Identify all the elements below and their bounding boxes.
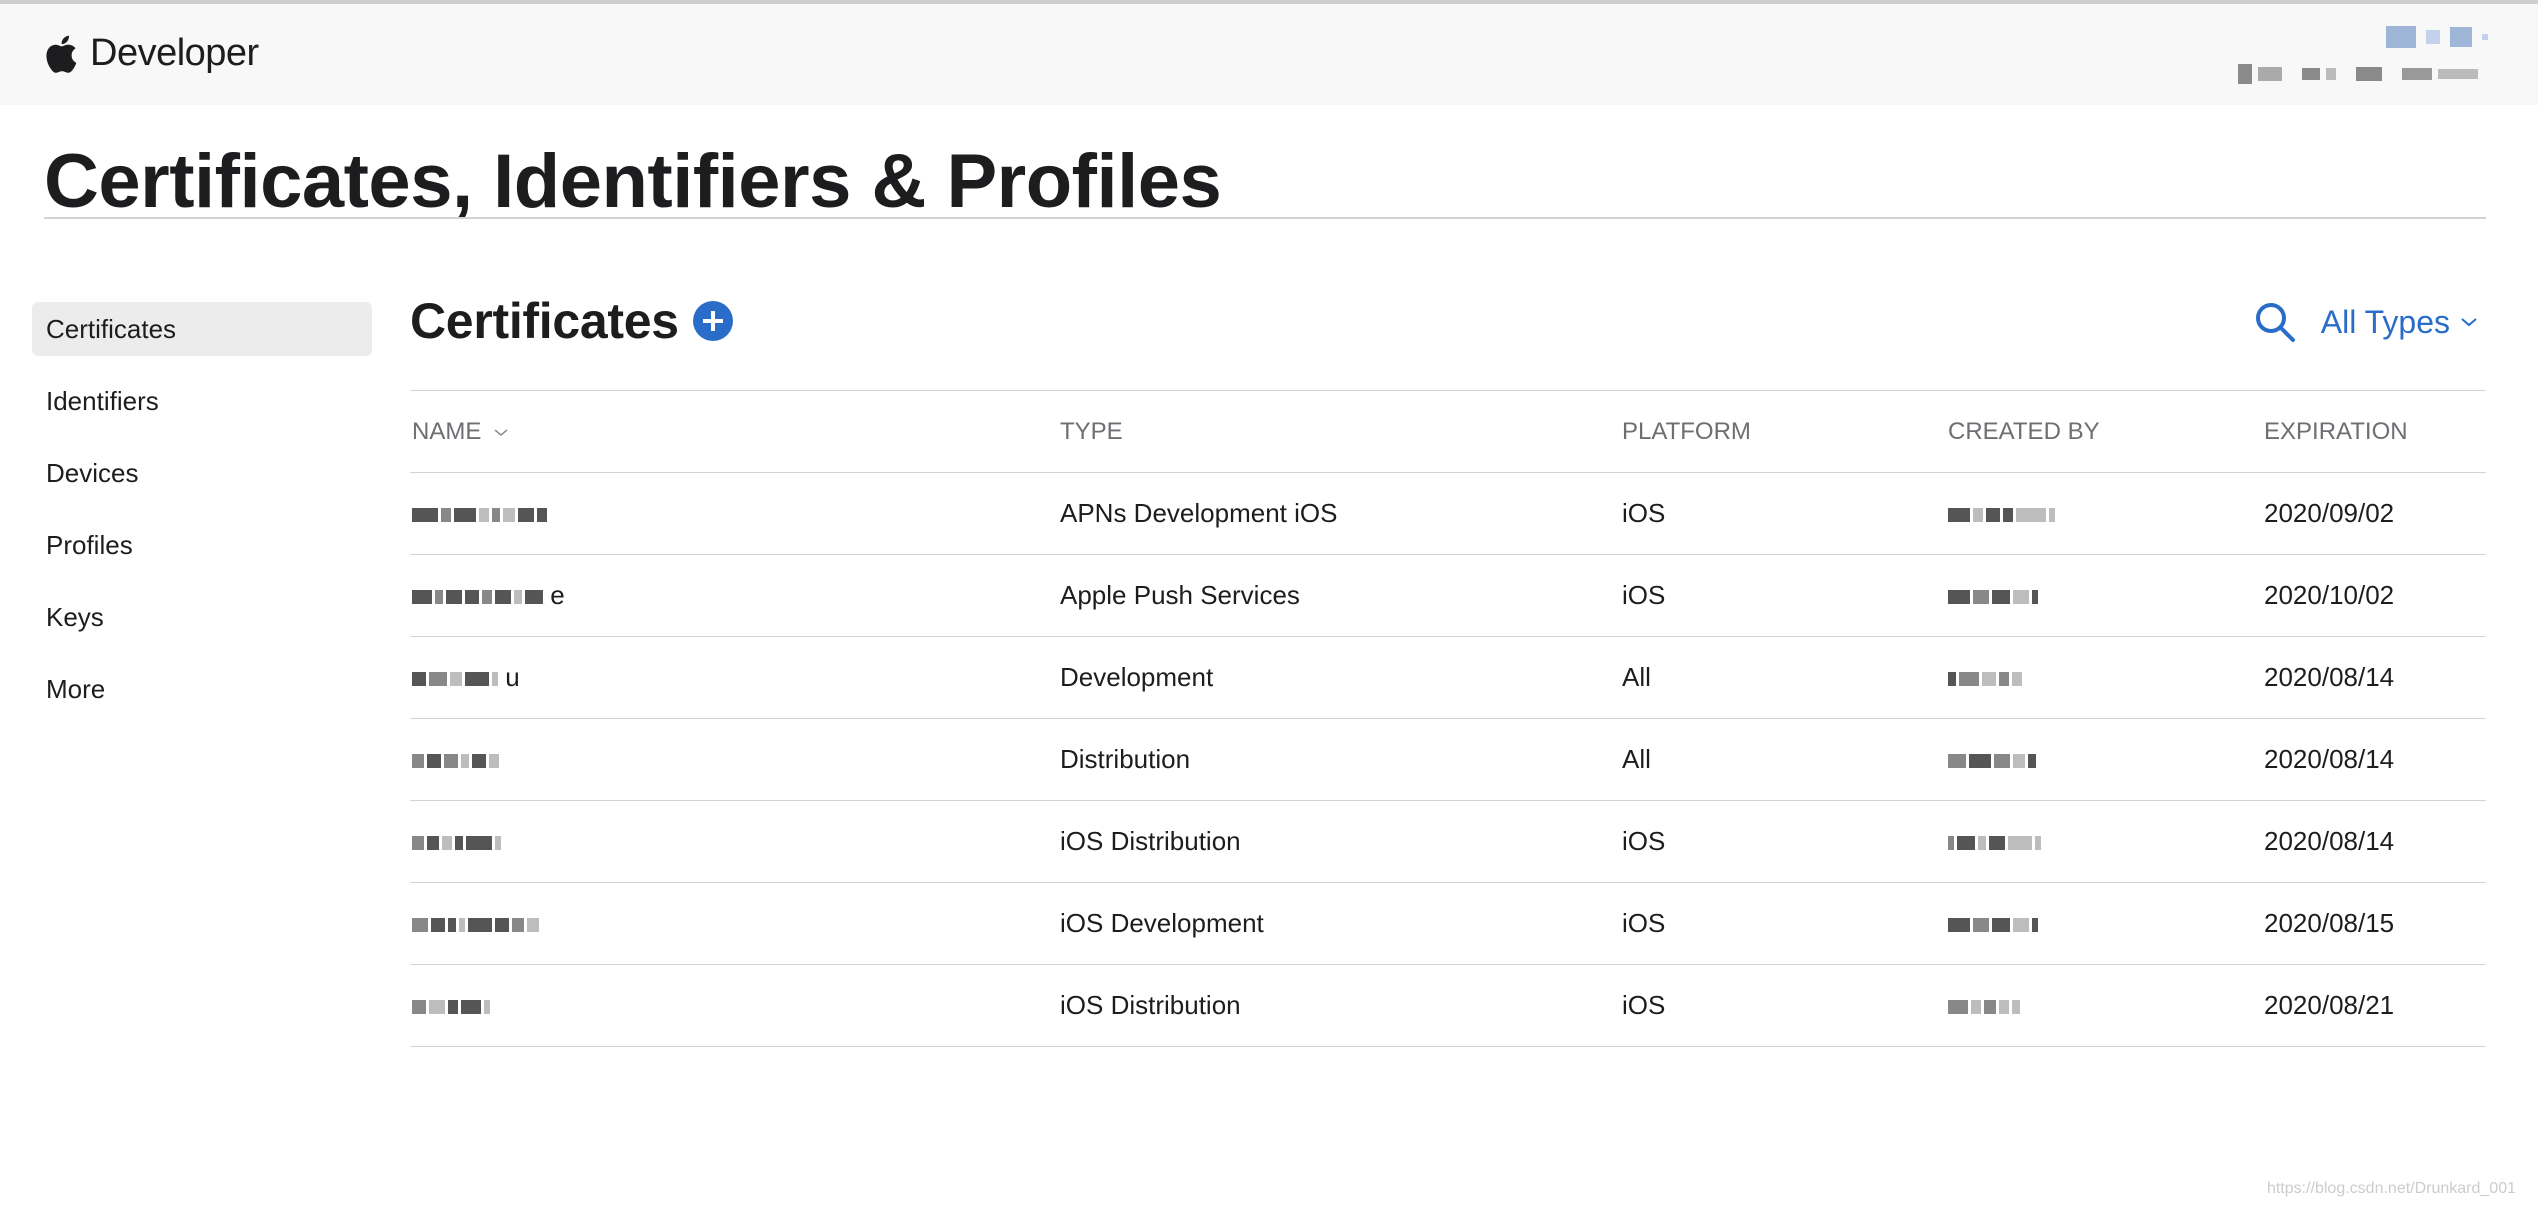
certificate-created-by: [1948, 908, 2264, 940]
redacted-name: [412, 500, 547, 530]
sidebar-item-devices[interactable]: Devices: [32, 446, 372, 500]
redacted-name: [412, 582, 543, 612]
table-row[interactable]: APNs Development iOS iOS 2020/09/02: [410, 473, 2486, 555]
table-row[interactable]: e Apple Push Services iOS 2020/10/02: [410, 555, 2486, 637]
column-header-expiration: EXPIRATION: [2264, 417, 2408, 445]
account-team-badge: [2386, 26, 2488, 48]
certificate-type: Distribution: [1060, 744, 1191, 774]
certificate-platform: All: [1622, 744, 1651, 774]
sidebar-nav: Certificates Identifiers Devices Profile…: [32, 302, 372, 734]
certificate-platform: iOS: [1622, 908, 1666, 938]
redacted-name: [412, 910, 539, 940]
certificate-platform: iOS: [1622, 990, 1666, 1020]
sidebar-item-identifiers[interactable]: Identifiers: [32, 374, 372, 428]
redacted-creator: [1948, 910, 2038, 940]
certificate-expiration: 2020/08/15: [2264, 908, 2395, 938]
type-filter-label: All Types: [2320, 303, 2450, 340]
global-header: Developer: [0, 0, 2538, 105]
column-header-name[interactable]: NAME: [410, 418, 1060, 446]
certificate-expiration: 2020/08/14: [2264, 744, 2395, 774]
search-icon[interactable]: [2253, 300, 2297, 344]
certificate-created-by: [1948, 826, 2264, 858]
list-tools: All Types: [2253, 300, 2478, 344]
redacted-name: [412, 992, 490, 1022]
redacted-name: [412, 664, 498, 694]
redacted-creator: [1948, 500, 2055, 530]
column-header-created-by: CREATED BY: [1948, 417, 2100, 445]
table-row[interactable]: Distribution All 2020/08/14: [410, 719, 2486, 801]
sidebar-item-more[interactable]: More: [32, 662, 372, 716]
certificate-expiration: 2020/08/14: [2264, 662, 2395, 692]
certificate-type: Development: [1060, 662, 1214, 692]
brand-text: Developer: [90, 32, 259, 74]
sidebar-item-certificates[interactable]: Certificates: [32, 302, 372, 356]
certificate-name: [410, 990, 1060, 1022]
certificate-type: iOS Distribution: [1060, 826, 1241, 856]
section-title: Certificates: [410, 293, 679, 349]
certificate-name: u: [410, 662, 1060, 694]
redacted-creator: [1948, 992, 2020, 1022]
certificate-expiration: 2020/10/02: [2264, 580, 2395, 610]
certificate-type: iOS Distribution: [1060, 990, 1241, 1020]
column-header-platform: PLATFORM: [1622, 417, 1751, 445]
redacted-creator: [1948, 582, 2038, 612]
certificate-platform: iOS: [1622, 826, 1666, 856]
certificate-created-by: [1948, 580, 2264, 612]
certificate-name: [410, 744, 1060, 776]
type-filter-dropdown[interactable]: All Types: [2321, 304, 2478, 341]
certificate-expiration: 2020/09/02: [2264, 498, 2395, 528]
certificate-type: Apple Push Services: [1060, 580, 1300, 610]
certificate-name: [410, 908, 1060, 940]
certificate-name: e: [410, 580, 1060, 612]
section-header: Certificates: [410, 292, 733, 350]
redacted-creator: [1948, 828, 2041, 858]
watermark-text: https://blog.csdn.net/Drunkard_001: [2266, 1180, 2516, 1197]
certificate-platform: iOS: [1622, 580, 1666, 610]
sidebar-item-profiles[interactable]: Profiles: [32, 518, 372, 572]
title-divider: [44, 217, 2486, 219]
table-header-row: NAME TYPE PLATFORM CREATED BY EXPIRATION: [410, 391, 2486, 473]
redacted-creator: [1948, 746, 2036, 776]
account-name-redacted: [2238, 64, 2478, 84]
redacted-name: [412, 828, 501, 858]
redacted-creator: [1948, 664, 2022, 694]
account-menu[interactable]: [2148, 22, 2488, 92]
certificate-type: iOS Development: [1060, 908, 1264, 938]
certificate-created-by: [1948, 498, 2264, 530]
certificates-table: NAME TYPE PLATFORM CREATED BY EXPIRATION…: [410, 390, 2486, 1047]
chevron-down-icon: [2461, 318, 2477, 327]
table-row[interactable]: iOS Development iOS 2020/08/15: [410, 883, 2486, 965]
table-row[interactable]: u Development All 2020/08/14: [410, 637, 2486, 719]
table-row[interactable]: iOS Distribution iOS 2020/08/21: [410, 965, 2486, 1047]
certificate-type: APNs Development iOS: [1060, 498, 1338, 528]
certificate-created-by: [1948, 662, 2264, 694]
sidebar-item-keys[interactable]: Keys: [32, 590, 372, 644]
certificate-name: [410, 498, 1060, 530]
certificate-platform: All: [1622, 662, 1651, 692]
column-header-type: TYPE: [1060, 417, 1123, 445]
certificate-platform: iOS: [1622, 498, 1666, 528]
certificate-name: [410, 826, 1060, 858]
add-certificate-button[interactable]: [692, 301, 733, 341]
certificate-expiration: 2020/08/14: [2264, 826, 2395, 856]
page-title: Certificates, Identifiers & Profiles: [44, 139, 1222, 224]
developer-home-link[interactable]: Developer: [44, 32, 259, 75]
certificate-created-by: [1948, 990, 2264, 1022]
apple-logo-icon: [46, 35, 77, 73]
certificate-expiration: 2020/08/21: [2264, 990, 2395, 1020]
table-row[interactable]: iOS Distribution iOS 2020/08/14: [410, 801, 2486, 883]
sort-chevron-icon: [494, 429, 508, 436]
redacted-name: [412, 746, 499, 776]
certificate-created-by: [1948, 744, 2264, 776]
